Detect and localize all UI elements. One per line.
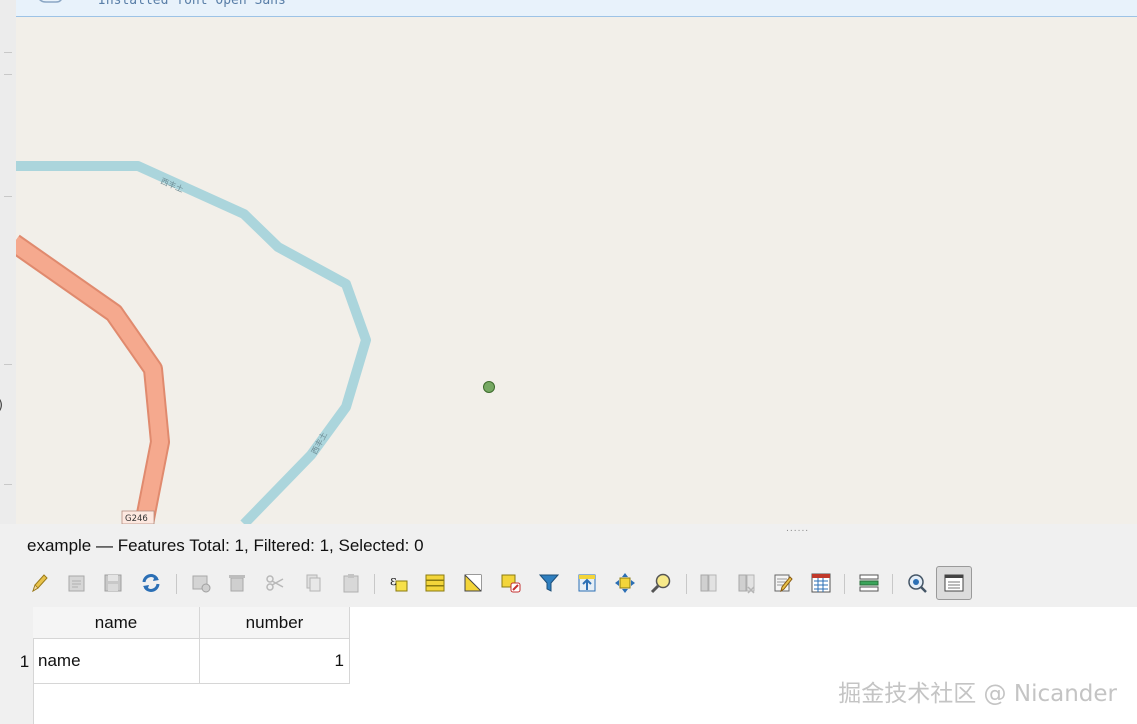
deselect-all-button[interactable] [496, 568, 526, 598]
panel-divider [4, 52, 12, 53]
reload-table-button[interactable] [136, 568, 166, 598]
road-label: 西丰土 [309, 430, 329, 456]
pan-icon [615, 573, 635, 593]
pan-to-selected-button[interactable] [610, 568, 640, 598]
select-all-icon [425, 574, 445, 592]
message-bar: Installed font Open Sans [16, 0, 1137, 17]
delete-field-icon [738, 574, 755, 594]
select-all-button[interactable] [420, 568, 450, 598]
map-layers: 西丰土 西丰土 G246 [16, 161, 495, 524]
field-calculator-button[interactable] [806, 568, 836, 598]
panel-divider [4, 484, 12, 485]
invert-selection-icon [464, 574, 482, 592]
toolbar-separator [844, 574, 845, 594]
copy-icon [306, 574, 321, 592]
road-shield-label: G246 [125, 514, 148, 524]
filter-icon [538, 574, 560, 592]
toggle-editing-button[interactable] [24, 568, 54, 598]
minor-road [16, 161, 371, 524]
toolbar-separator [686, 574, 687, 594]
panel-edge-glyph: ) [0, 398, 3, 413]
scissors-icon [266, 575, 284, 591]
expression-icon: ε [390, 574, 408, 592]
point-feature[interactable] [483, 381, 495, 393]
conditional-formatting-button[interactable] [854, 568, 884, 598]
zoom-to-selected-button[interactable] [646, 568, 676, 598]
trash-icon [229, 575, 245, 592]
select-by-expression-button[interactable]: ε [384, 568, 414, 598]
deselect-icon [501, 574, 521, 593]
table-cell-name[interactable]: name [33, 639, 200, 684]
speech-bubble-icon [39, 0, 62, 3]
delete-field-button[interactable] [732, 568, 762, 598]
new-field-button[interactable] [694, 568, 724, 598]
add-feature-button[interactable] [186, 568, 216, 598]
panel-divider [4, 74, 12, 75]
copy-button[interactable] [298, 568, 328, 598]
splitter-handle[interactable]: ...... [786, 524, 809, 534]
cut-button[interactable] [260, 568, 290, 598]
panel-divider [4, 364, 12, 365]
multi-edit-icon [68, 575, 85, 592]
zoom-icon [650, 573, 671, 594]
pencil-icon [32, 574, 48, 593]
add-feature-icon [192, 575, 211, 593]
map-canvas[interactable]: 西丰土 西丰土 G246 [16, 17, 1137, 524]
save-edits-button[interactable] [98, 568, 128, 598]
reload-icon [142, 574, 160, 592]
delete-selected-button[interactable] [222, 568, 252, 598]
toolbar-separator [892, 574, 893, 594]
svg-text:ε: ε [390, 574, 397, 589]
column-header-name[interactable]: name [33, 607, 200, 639]
panel-divider [4, 196, 12, 197]
new-field-icon [700, 574, 717, 592]
edit-fields-icon [774, 574, 793, 593]
left-panel-edge: ) [0, 0, 17, 524]
actions-button[interactable] [902, 568, 932, 598]
calculator-icon [811, 573, 831, 593]
row-number[interactable]: 1 [16, 639, 33, 684]
attribute-table-title: example — Features Total: 1, Filtered: 1… [27, 536, 424, 555]
organize-columns-button[interactable] [768, 568, 798, 598]
toggle-multi-edit-button[interactable] [62, 568, 92, 598]
filter-select-button[interactable] [534, 568, 564, 598]
move-selection-top-button[interactable] [572, 568, 602, 598]
watermark: 掘金技术社区 @ Nicander [838, 681, 1117, 707]
conditional-format-icon [859, 574, 879, 592]
column-header-number[interactable]: number [200, 607, 350, 639]
dock-table-button[interactable] [936, 566, 972, 600]
actions-icon [908, 574, 927, 593]
major-road [16, 236, 168, 524]
toolbar-separator [374, 574, 375, 594]
message-text: Installed font Open Sans [98, 0, 286, 8]
attribute-table-toolbar: ε [22, 566, 1132, 602]
toolbar-separator [176, 574, 177, 594]
move-to-top-icon [578, 574, 596, 592]
table-cell-number[interactable]: 1 [200, 639, 350, 684]
invert-selection-button[interactable] [458, 568, 488, 598]
paste-button[interactable] [336, 568, 366, 598]
dock-window-icon [944, 574, 964, 592]
paste-icon [343, 574, 359, 593]
save-icon [104, 574, 122, 592]
